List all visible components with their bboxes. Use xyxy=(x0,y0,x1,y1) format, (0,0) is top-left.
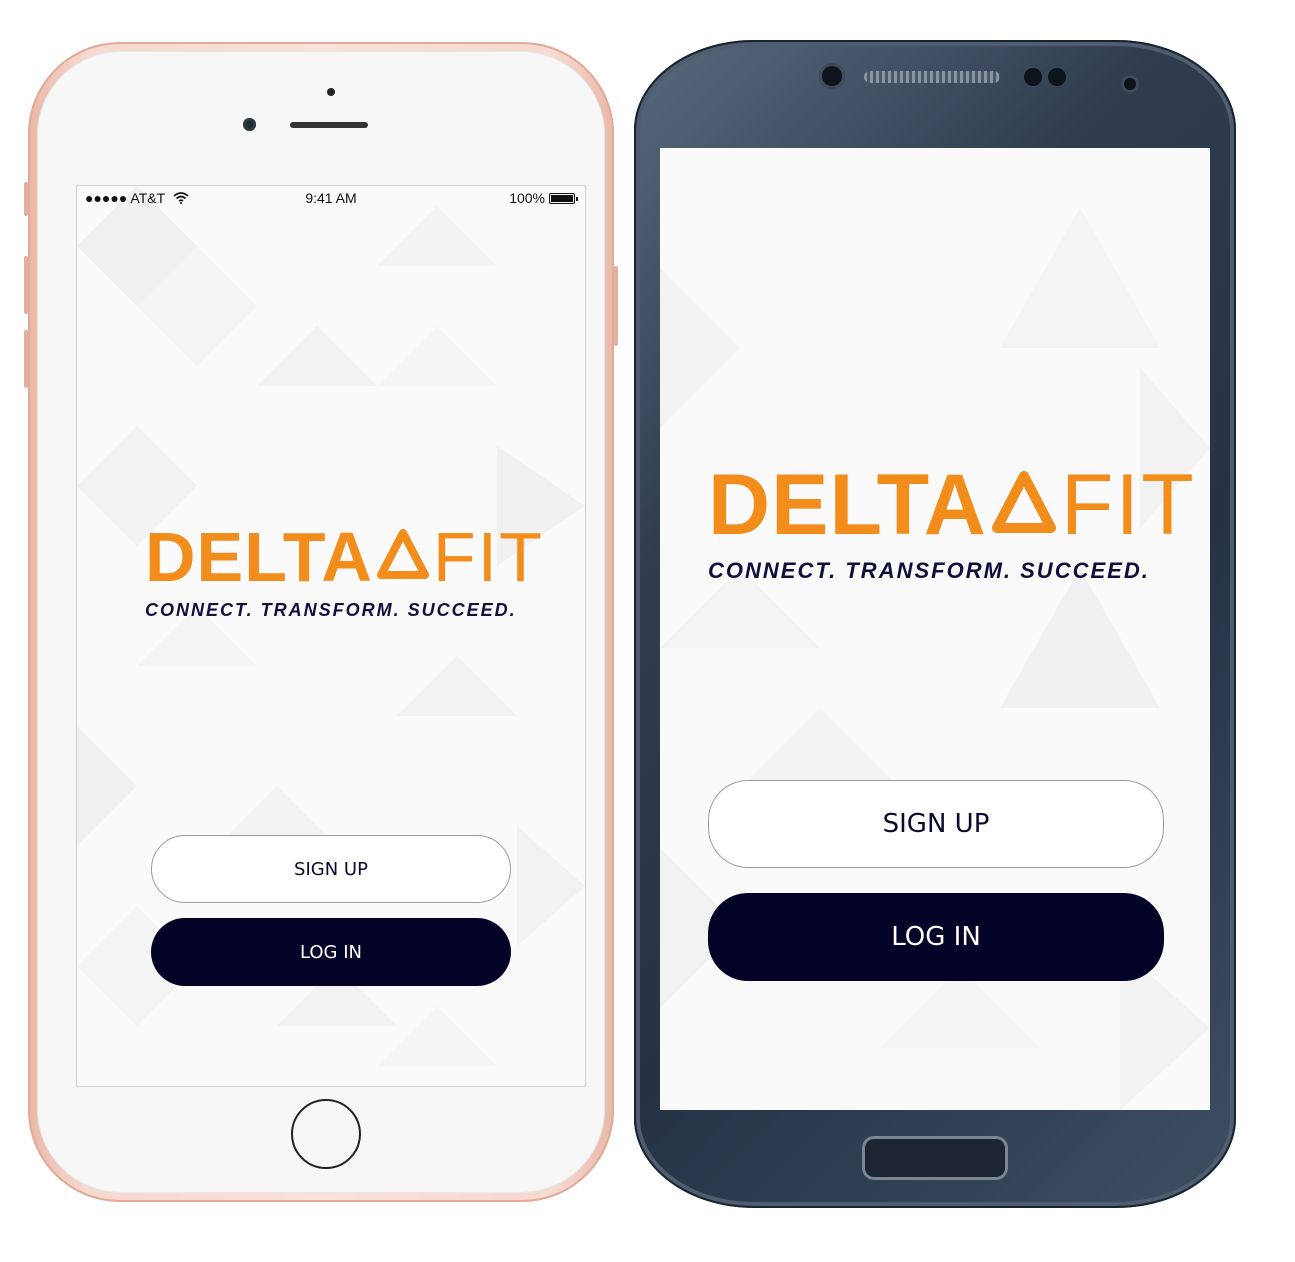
proximity-sensor xyxy=(1024,68,1042,86)
front-camera xyxy=(822,66,842,86)
logo-fit-text: FIT xyxy=(1060,457,1196,553)
battery-percent: 100% xyxy=(509,190,545,206)
app-logo: DELTA FIT CONNECT. TRANSFORM. SUCCEED. xyxy=(708,462,1194,584)
tagline: CONNECT. TRANSFORM. SUCCEED. xyxy=(708,558,1150,583)
app-logo: DELTA FIT CONNECT. TRANSFORM. SUCCEED. xyxy=(145,522,542,621)
logo-delta-triangle xyxy=(991,470,1056,538)
volume-down-button xyxy=(24,330,28,388)
log-in-button[interactable]: LOG IN xyxy=(708,893,1164,981)
logo-delta-text: DELTA xyxy=(708,457,987,553)
status-bar: ●●●●● AT&T 9:41 AM 100% xyxy=(77,186,585,210)
android-device: DELTA FIT CONNECT. TRANSFORM. SUCCEED. S… xyxy=(634,40,1236,1208)
logo-fit-text: FIT xyxy=(432,518,544,596)
battery-status: 100% xyxy=(509,190,578,206)
secondary-camera xyxy=(1124,78,1136,90)
iphone-face: ●●●●● AT&T 9:41 AM 100% DELTA FIT CONNEC… xyxy=(37,51,605,1193)
home-button[interactable] xyxy=(862,1136,1008,1180)
log-in-button[interactable]: LOG IN xyxy=(151,918,511,986)
logo-delta-text: DELTA xyxy=(145,518,373,596)
earpiece-speaker xyxy=(864,71,1000,83)
sign-up-button[interactable]: SIGN UP xyxy=(708,780,1164,868)
earpiece-speaker xyxy=(290,122,368,128)
android-screen: DELTA FIT CONNECT. TRANSFORM. SUCCEED. S… xyxy=(660,148,1210,1110)
volume-up-button xyxy=(24,256,28,314)
proximity-sensor xyxy=(327,88,335,96)
mute-switch xyxy=(24,182,28,216)
power-button xyxy=(614,266,618,346)
battery-icon xyxy=(549,192,578,204)
front-camera xyxy=(243,118,256,131)
light-sensor xyxy=(1048,68,1066,86)
iphone-screen: ●●●●● AT&T 9:41 AM 100% DELTA FIT CONNEC… xyxy=(76,185,586,1087)
tagline: CONNECT. TRANSFORM. SUCCEED. xyxy=(145,600,517,620)
home-button[interactable] xyxy=(291,1099,361,1169)
iphone-device: ●●●●● AT&T 9:41 AM 100% DELTA FIT CONNEC… xyxy=(24,42,618,1202)
logo-delta-triangle xyxy=(376,528,429,584)
sign-up-button[interactable]: SIGN UP xyxy=(151,835,511,903)
